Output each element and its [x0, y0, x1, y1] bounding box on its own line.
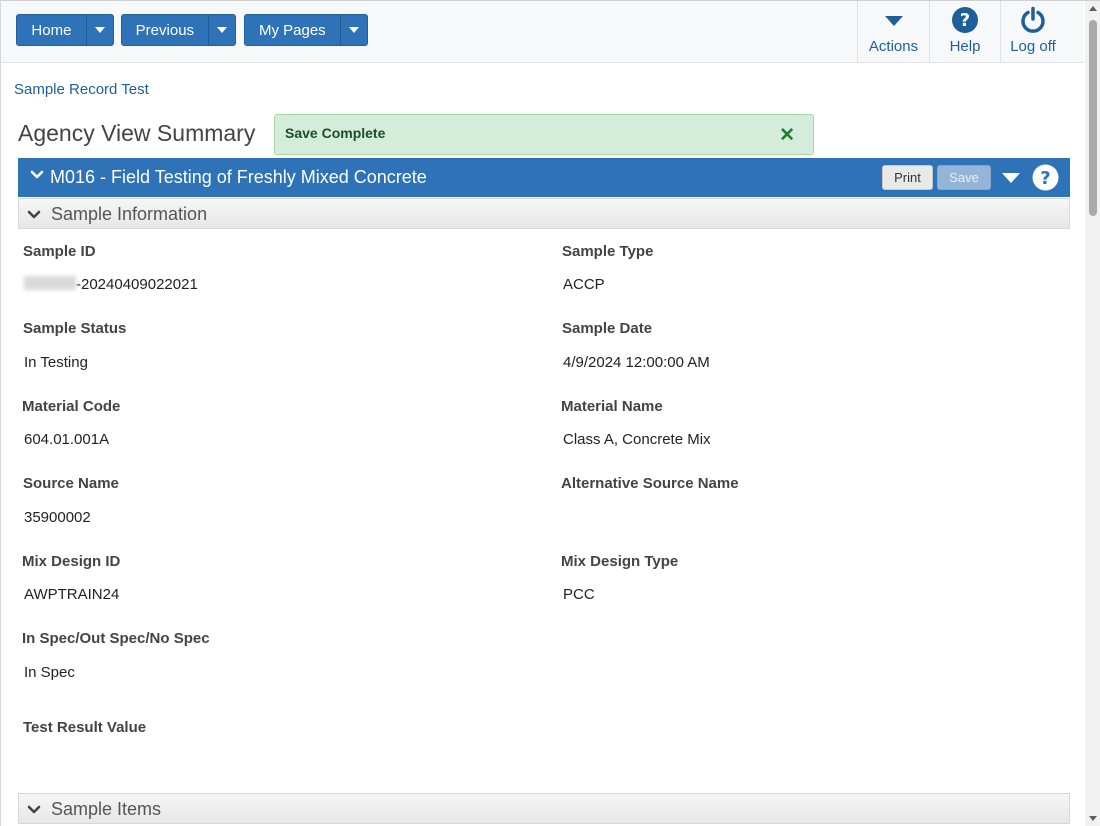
actions-menu[interactable]: Actions — [857, 1, 929, 62]
save-complete-alert: Save Complete ✕ — [274, 114, 814, 155]
my-pages-button[interactable]: My Pages — [244, 14, 368, 46]
sample-information-header[interactable]: Sample Information — [18, 198, 1070, 229]
breadcrumb-link[interactable]: Sample Record Test — [14, 81, 149, 98]
sample-id-text: -20240409022021 — [76, 276, 198, 293]
sample-status-label: Sample Status — [23, 320, 127, 337]
sample-date-label: Sample Date — [562, 320, 653, 337]
sample-items-title: Sample Items — [51, 799, 162, 819]
mix-design-id-label: Mix Design ID — [22, 553, 121, 570]
close-icon[interactable]: ✕ — [779, 124, 795, 147]
question-circle-icon: ? — [952, 7, 978, 33]
sample-id-label: Sample ID — [23, 243, 96, 260]
help-label: Help — [949, 38, 981, 55]
material-name-label: Material Name — [561, 398, 663, 415]
section-title: M016 - Field Testing of Freshly Mixed Co… — [50, 167, 427, 187]
my-pages-button-label[interactable]: My Pages — [245, 15, 341, 45]
home-dropdown-toggle[interactable] — [87, 15, 113, 45]
scrollbar-thumb[interactable] — [1089, 20, 1097, 216]
svg-text:?: ? — [960, 10, 970, 31]
power-icon — [1021, 6, 1045, 33]
chevron-down-icon — [27, 805, 41, 814]
alert-message: Save Complete — [285, 125, 386, 141]
sample-information-title: Sample Information — [51, 204, 208, 224]
log-off-button[interactable]: Log off — [1000, 1, 1065, 62]
home-button[interactable]: Home — [16, 14, 114, 46]
actions-label: Actions — [868, 38, 919, 55]
material-code-label: Material Code — [22, 398, 121, 415]
my-pages-dropdown-toggle[interactable] — [341, 15, 367, 45]
spec-status-value: In Spec — [24, 664, 75, 681]
redacted-prefix — [24, 276, 76, 290]
chevron-down-icon — [94, 27, 105, 33]
print-button[interactable]: Print — [882, 165, 933, 190]
mix-design-type-label: Mix Design Type — [561, 553, 679, 570]
chevron-down-icon[interactable] — [30, 168, 44, 182]
scroll-down-arrow-icon[interactable] — [1089, 816, 1097, 821]
material-name-value: Class A, Concrete Mix — [563, 431, 711, 448]
previous-button[interactable]: Previous — [121, 14, 236, 46]
source-name-value: 35900002 — [24, 509, 91, 526]
log-off-label: Log off — [1010, 38, 1056, 55]
sample-date-value: 4/9/2024 12:00:00 AM — [563, 354, 710, 371]
sample-type-label: Sample Type — [562, 243, 654, 260]
caret-down-icon[interactable] — [1002, 173, 1020, 183]
sample-id-value: -20240409022021 — [24, 276, 198, 293]
sample-status-value: In Testing — [24, 354, 88, 371]
sample-items-header[interactable]: Sample Items — [18, 793, 1070, 824]
svg-text:?: ? — [1040, 168, 1050, 189]
chevron-down-icon — [348, 27, 359, 33]
help-icon[interactable]: ? — [1032, 164, 1059, 191]
scroll-up-arrow-icon[interactable] — [1089, 6, 1097, 11]
previous-dropdown-toggle[interactable] — [209, 15, 235, 45]
source-name-label: Source Name — [23, 475, 119, 492]
help-button[interactable]: ? Help — [929, 1, 1000, 62]
material-code-value: 604.01.001A — [24, 431, 110, 448]
alternative-source-name-label: Alternative Source Name — [561, 475, 739, 492]
sample-type-value: ACCP — [563, 276, 605, 293]
save-button[interactable]: Save — [937, 165, 991, 190]
spec-status-label: In Spec/Out Spec/No Spec — [22, 630, 210, 647]
chevron-down-icon — [216, 27, 227, 33]
home-button-label[interactable]: Home — [17, 15, 87, 45]
mix-design-id-value: AWPTRAIN24 — [24, 586, 120, 603]
page-title: Agency View Summary — [18, 120, 256, 146]
chevron-down-icon — [27, 210, 41, 219]
test-result-value-label: Test Result Value — [23, 719, 147, 736]
previous-button-label[interactable]: Previous — [122, 15, 209, 45]
section-header: M016 - Field Testing of Freshly Mixed Co… — [18, 158, 1070, 197]
vertical-scrollbar[interactable] — [1085, 1, 1100, 826]
mix-design-type-value: PCC — [563, 586, 595, 603]
caret-down-icon — [884, 16, 903, 26]
